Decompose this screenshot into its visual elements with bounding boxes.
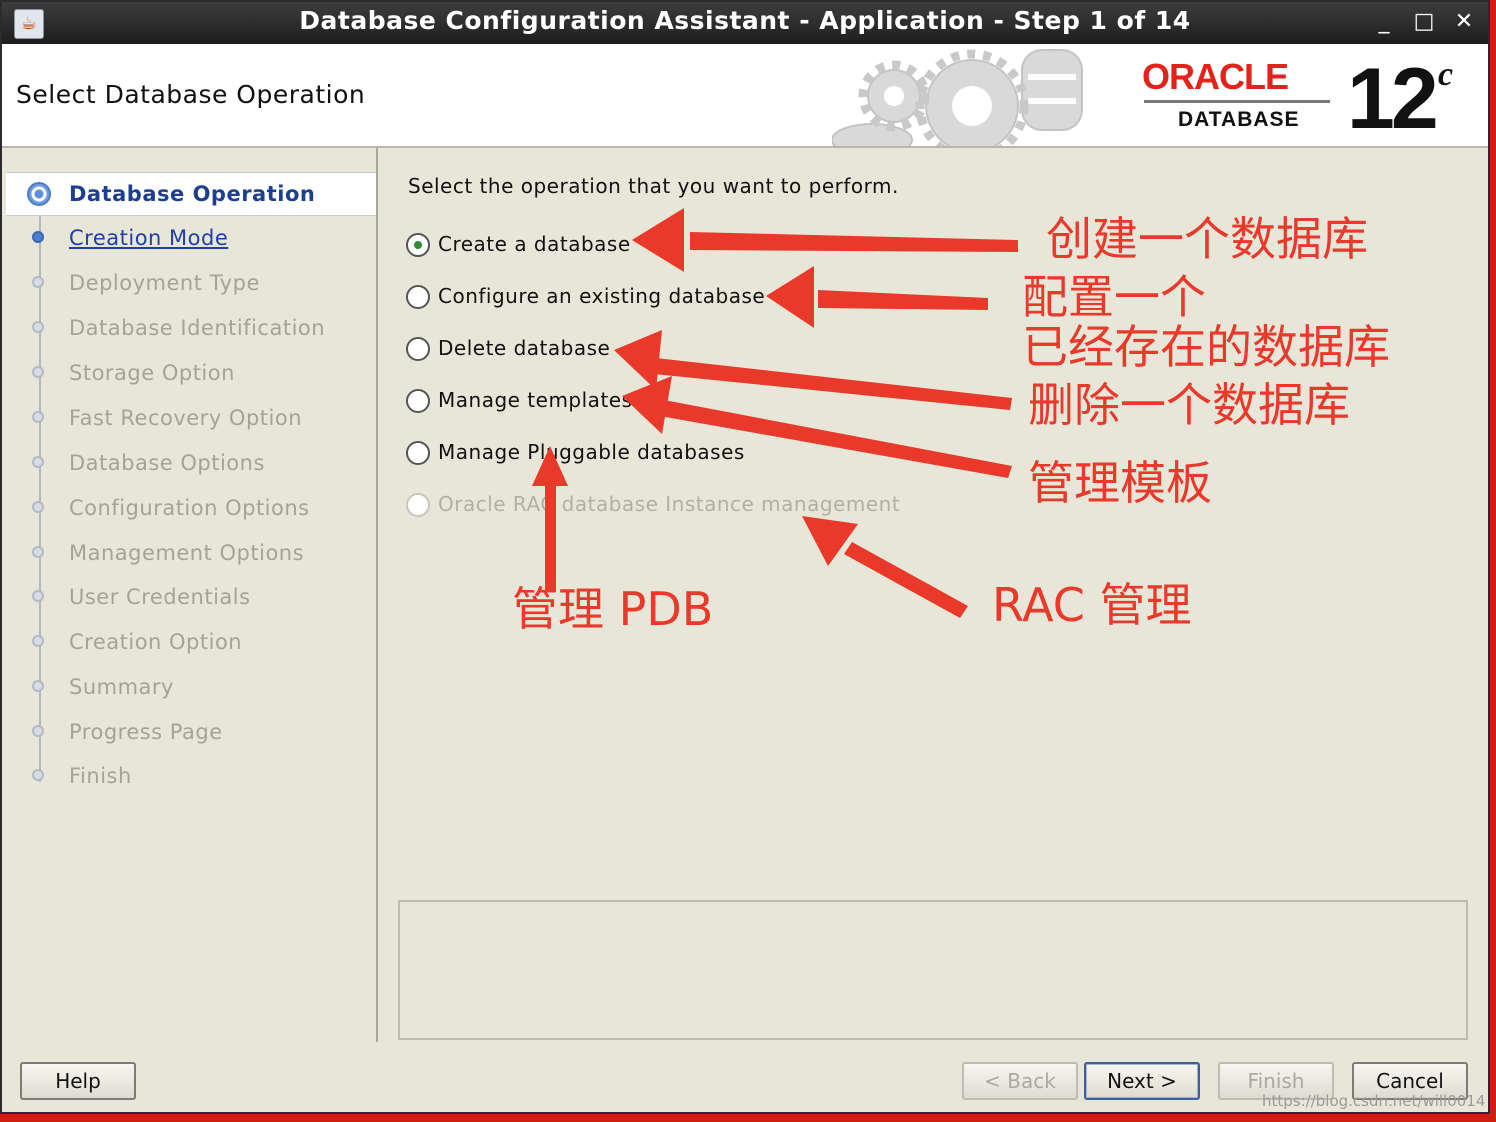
maximize-icon[interactable]: □	[1410, 8, 1438, 36]
step-storage-option: Storage Option	[6, 352, 376, 396]
step-creation-mode[interactable]: Creation Mode	[6, 217, 376, 261]
radio-button[interactable]	[406, 389, 430, 413]
dbca-window: ☕ Database Configuration Assistant - App…	[0, 0, 1490, 1114]
annotation-create: 创建一个数据库	[1046, 212, 1368, 266]
step-label: Database Identification	[69, 316, 326, 340]
option-label[interactable]: Create a database	[438, 232, 631, 256]
radio-button[interactable]	[406, 285, 430, 309]
step-label: Database Operation	[69, 182, 316, 206]
step-database-options: Database Options	[6, 442, 376, 486]
option-label[interactable]: Configure an existing database	[438, 284, 765, 308]
step-label: Fast Recovery Option	[69, 406, 303, 430]
step-label: Deployment Type	[69, 271, 260, 295]
step-label: Progress Page	[69, 720, 223, 744]
step-label: Database Options	[69, 451, 265, 475]
page-title: Select Database Operation	[16, 80, 366, 109]
help-button[interactable]: Help	[20, 1062, 136, 1100]
step-node-icon	[32, 635, 44, 647]
step-current-icon	[27, 182, 51, 206]
annotation-templates: 管理模板	[1028, 456, 1212, 510]
annotation-configure-line1: 配置一个	[1022, 270, 1206, 324]
option-label[interactable]: Manage Pluggable databases	[438, 440, 745, 464]
version-number: 12	[1347, 51, 1439, 147]
message-area	[398, 900, 1468, 1040]
version-suffix: c	[1438, 56, 1454, 93]
step-label: Creation Option	[69, 630, 243, 654]
operation-prompt: Select the operation that you want to pe…	[408, 174, 899, 198]
annotation-rac: RAC 管理	[992, 578, 1192, 632]
step-progress-page: Progress Page	[6, 711, 376, 755]
step-node-icon	[32, 590, 44, 602]
database-wordmark: DATABASE	[1178, 108, 1300, 131]
step-summary: Summary	[6, 666, 376, 710]
annotation-delete: 删除一个数据库	[1028, 378, 1350, 432]
option-label[interactable]: Delete database	[438, 336, 610, 360]
step-configuration-options: Configuration Options	[6, 487, 376, 531]
step-node-icon	[32, 231, 44, 243]
watermark-text: https://blog.csdn.net/will0014	[1262, 1092, 1486, 1110]
step-finish: Finish	[6, 755, 376, 799]
option-label: Oracle RAC database Instance management	[438, 492, 901, 516]
step-label: User Credentials	[69, 585, 251, 609]
step-node-icon	[32, 411, 44, 423]
step-user-credentials: User Credentials	[6, 576, 376, 620]
step-node-icon	[32, 546, 44, 558]
step-label: Finish	[69, 764, 132, 788]
oracle-wordmark: ORACLE	[1142, 56, 1289, 97]
annotation-configure-line2: 已经存在的数据库	[1022, 320, 1390, 374]
back-button: < Back	[962, 1062, 1078, 1100]
step-label: Summary	[69, 675, 174, 699]
step-fast-recovery-option: Fast Recovery Option	[6, 397, 376, 441]
step-deployment-type: Deployment Type	[6, 262, 376, 306]
radio-button[interactable]	[406, 441, 430, 465]
annotation-pdb: 管理 PDB	[512, 582, 714, 636]
radio-button-disabled	[406, 493, 430, 517]
radio-button[interactable]	[406, 337, 430, 361]
step-database-identification: Database Identification	[6, 307, 376, 351]
step-node-icon	[32, 769, 44, 781]
title-bar[interactable]: ☕ Database Configuration Assistant - App…	[2, 2, 1488, 44]
step-database-operation[interactable]: Database Operation	[6, 172, 376, 216]
step-management-options: Management Options	[6, 532, 376, 576]
step-node-icon	[32, 680, 44, 692]
step-node-icon	[32, 456, 44, 468]
gears-graphic-icon	[832, 49, 1083, 146]
step-label[interactable]: Creation Mode	[69, 226, 228, 250]
step-node-icon	[32, 276, 44, 288]
page-header: Select Database Operation ORACLE DATABAS…	[2, 44, 1488, 148]
step-node-icon	[32, 725, 44, 737]
option-label[interactable]: Manage templates	[438, 388, 633, 412]
step-node-icon	[32, 366, 44, 378]
next-button[interactable]: Next >	[1084, 1062, 1200, 1100]
window-title: Database Configuration Assistant - Appli…	[299, 6, 1191, 35]
logo-divider	[1144, 100, 1330, 103]
step-label: Storage Option	[69, 361, 235, 385]
step-label: Management Options	[69, 541, 305, 565]
step-label: Configuration Options	[69, 496, 310, 520]
radio-button-selected[interactable]	[406, 233, 430, 257]
oracle-database-logo: ORACLE DATABASE 12 c	[1142, 51, 1472, 146]
step-creation-option: Creation Option	[6, 621, 376, 665]
steps-sidebar: Database Operation Creation Mode Deploym…	[6, 148, 378, 1042]
minimize-icon[interactable]: _	[1370, 8, 1398, 36]
close-icon[interactable]: ✕	[1450, 8, 1478, 36]
step-node-icon	[32, 321, 44, 333]
step-node-icon	[32, 501, 44, 513]
